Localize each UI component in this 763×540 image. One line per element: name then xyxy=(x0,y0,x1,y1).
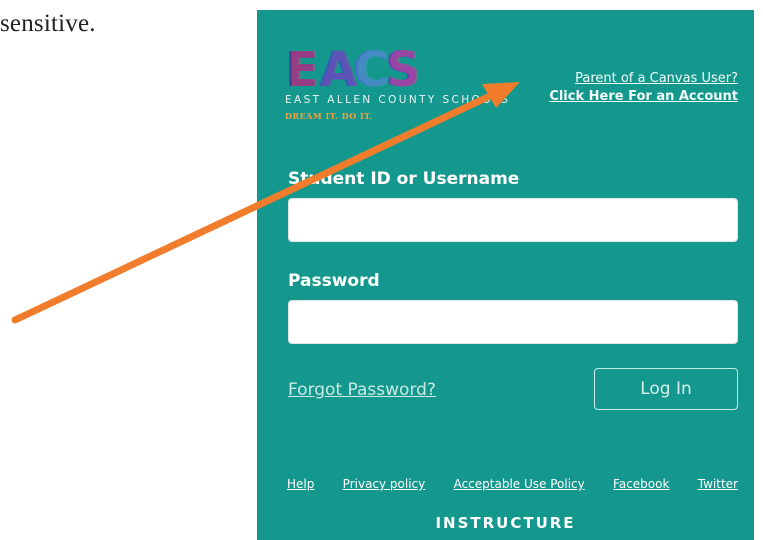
orange-arrow-annotation xyxy=(11,82,520,324)
